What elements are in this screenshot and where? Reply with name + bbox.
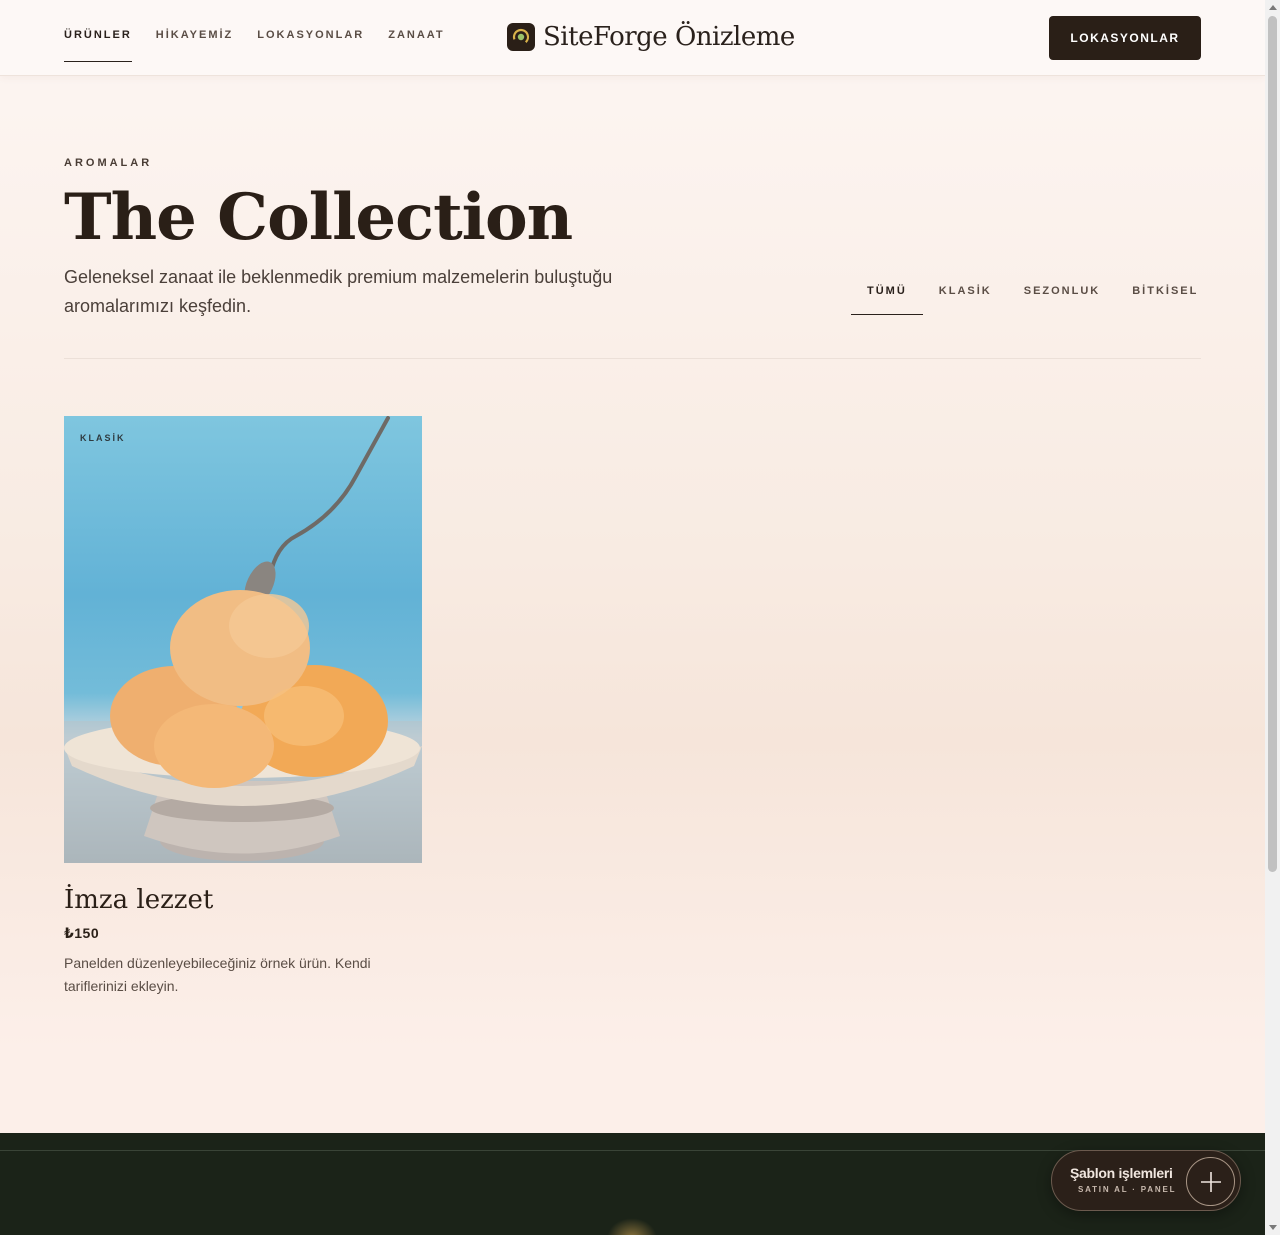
nav-item-craft[interactable]: ZANAAT xyxy=(388,0,444,62)
footer-glow xyxy=(607,1218,657,1235)
product-name[interactable]: İmza lezzet xyxy=(64,885,422,915)
scroll-thumb[interactable] xyxy=(1268,16,1277,872)
ice-cream-illustration xyxy=(64,416,422,863)
main-nav: ÜRÜNLER HİKAYEMİZ LOKASYONLAR ZANAAT xyxy=(64,0,469,76)
widget-subtitle: SATIN AL · PANEL xyxy=(1078,1185,1177,1194)
product-price: ₺150 xyxy=(64,925,100,941)
nav-item-our-story[interactable]: HİKAYEMİZ xyxy=(156,0,234,62)
nav-item-products[interactable]: ÜRÜNLER xyxy=(64,0,132,62)
plus-icon[interactable] xyxy=(1186,1157,1235,1206)
brand-name: SiteForge Önizleme xyxy=(543,22,795,52)
scroll-up-icon[interactable] xyxy=(1269,5,1277,10)
filter-tab-seasonal[interactable]: SEZONLUK xyxy=(1008,270,1117,315)
product-description: Panelden düzenleyebileceğiniz örnek ürün… xyxy=(64,955,371,994)
product-card[interactable]: KLASİK İmza lezzet ₺150 Panelden düzenle… xyxy=(64,416,422,998)
brand-logo-icon xyxy=(507,23,535,51)
product-tag: KLASİK xyxy=(80,433,126,443)
filter-tabs: TÜMÜ KLASİK SEZONLUK BİTKİSEL xyxy=(851,270,1214,315)
locations-button[interactable]: LOKASYONLAR xyxy=(1049,16,1201,60)
nav-item-locations[interactable]: LOKASYONLAR xyxy=(257,0,364,62)
filter-tab-classic[interactable]: KLASİK xyxy=(923,270,1008,315)
site-header: ÜRÜNLER HİKAYEMİZ LOKASYONLAR ZANAAT Sit… xyxy=(0,0,1265,76)
scrollbar[interactable] xyxy=(1265,0,1280,1235)
scroll-down-icon[interactable] xyxy=(1269,1225,1277,1230)
template-actions-widget[interactable]: Şablon işlemleri SATIN AL · PANEL xyxy=(1051,1150,1241,1211)
filter-tab-plant-based[interactable]: BİTKİSEL xyxy=(1116,270,1214,315)
widget-title: Şablon işlemleri xyxy=(1070,1165,1173,1181)
filter-tab-all[interactable]: TÜMÜ xyxy=(851,270,923,315)
section-eyebrow: AROMALAR xyxy=(64,157,153,169)
page-title: The Collection xyxy=(64,180,573,255)
product-image[interactable]: KLASİK xyxy=(64,416,422,863)
page-subtitle: Geleneksel zanaat ile beklenmedik premiu… xyxy=(64,267,613,316)
divider xyxy=(64,358,1201,359)
brand[interactable]: SiteForge Önizleme xyxy=(507,22,795,52)
